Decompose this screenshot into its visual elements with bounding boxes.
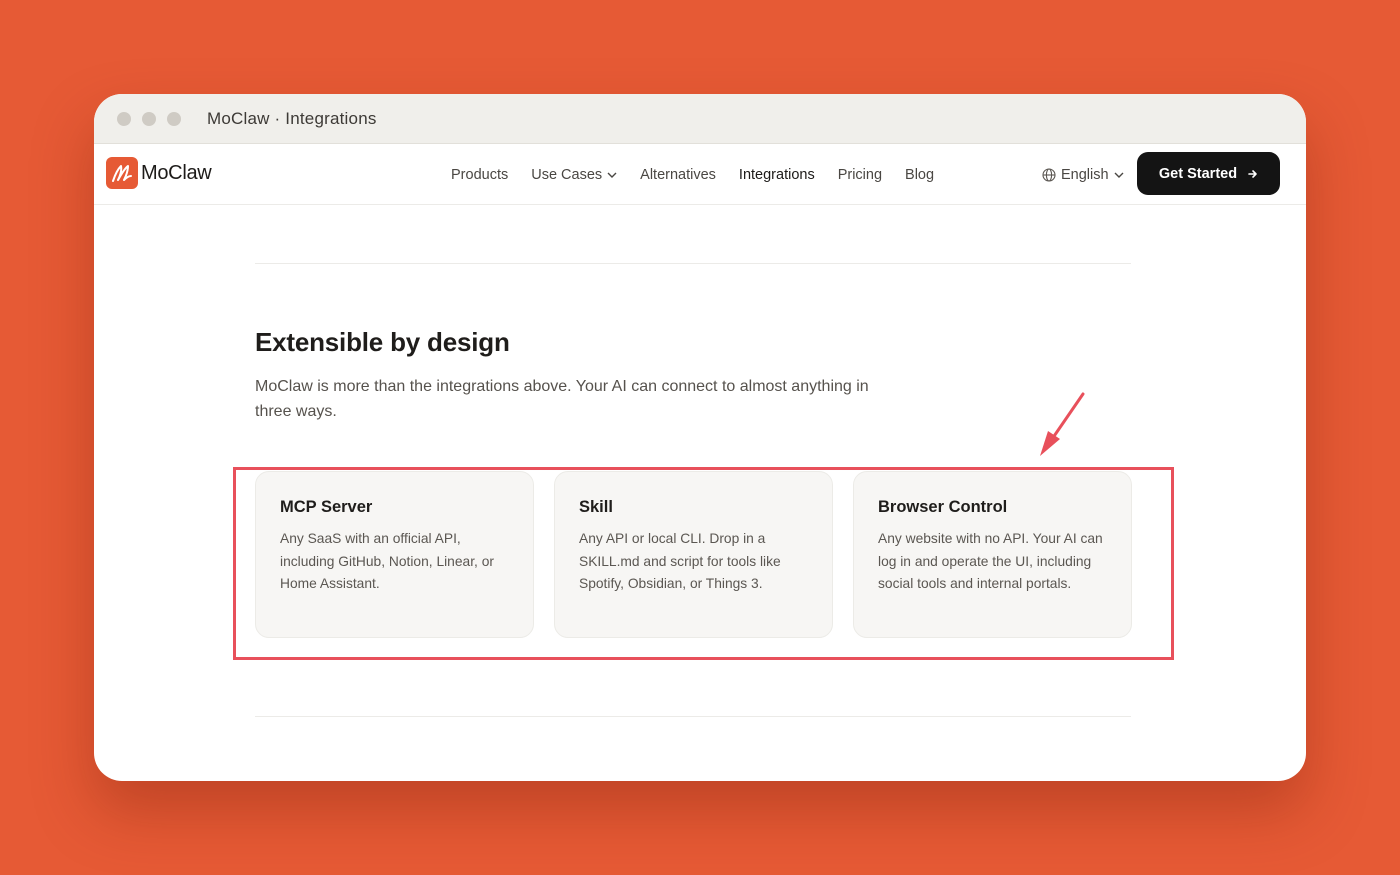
nav-link-label: Products [451,166,509,183]
nav-link-alternatives[interactable]: Alternatives [640,167,716,183]
get-started-button[interactable]: Get Started [1137,152,1280,195]
moclaw-logo-icon [106,157,138,189]
nav-link-label: Pricing [837,166,883,183]
section-divider-top [255,263,1131,264]
title-bar: MoClaw · Integrations [94,94,1306,144]
nav-link-use-cases[interactable]: Use Cases [531,167,617,183]
chevron-down-icon [607,172,617,178]
card-body: Any SaaS with an official API, including… [280,531,494,591]
chevron-down-icon [1114,172,1124,178]
card-title: Skill [579,498,613,516]
card-title: Browser Control [878,498,1008,516]
section-description: MoClaw is more than the integrations abo… [255,378,869,420]
language-label: English [1061,166,1109,183]
brand-logo[interactable]: MoClaw [106,157,212,189]
globe-icon [1042,167,1056,182]
nav-link-label: Alternatives [640,166,716,183]
nav-link-products[interactable]: Products [451,167,508,183]
nav-link-label: Use Cases [531,166,603,183]
arrow-pointer-icon [1040,392,1085,456]
section-divider-bottom [255,716,1131,717]
card-browser-control: Browser Control Any website with no API.… [853,471,1132,638]
site-navbar: MoClaw Products Use Cases Alternatives I… [94,144,1306,205]
nav-link-pricing[interactable]: Pricing [838,167,882,183]
card-body: Any API or local CLI. Drop in a SKILL.md… [579,531,781,591]
section-title: Extensible by design [255,327,510,357]
browser-window: MoClaw · Integrations MoClaw Products Us… [94,94,1306,781]
card-skill: Skill Any API or local CLI. Drop in a SK… [554,471,833,638]
card-mcp-server: MCP Server Any SaaS with an official API… [255,471,534,638]
nav-link-blog[interactable]: Blog [905,167,934,183]
card-body: Any website with no API. Your AI can log… [878,531,1103,591]
minimize-window-button[interactable] [142,111,156,126]
nav-links: Products Use Cases Alternatives Integrat… [451,144,957,205]
nav-link-label: Blog [905,166,935,183]
language-selector[interactable]: English [1042,144,1124,205]
window-title: MoClaw · Integrations [207,108,377,128]
get-started-label: Get Started [1158,165,1238,182]
nav-link-integrations[interactable]: Integrations [739,167,815,183]
card-title: MCP Server [280,498,373,516]
close-window-button[interactable] [117,111,131,126]
nav-link-label: Integrations [738,166,815,183]
arrow-right-icon [1248,169,1257,178]
brand-name: MoClaw [141,161,212,184]
maximize-window-button[interactable] [167,111,181,126]
